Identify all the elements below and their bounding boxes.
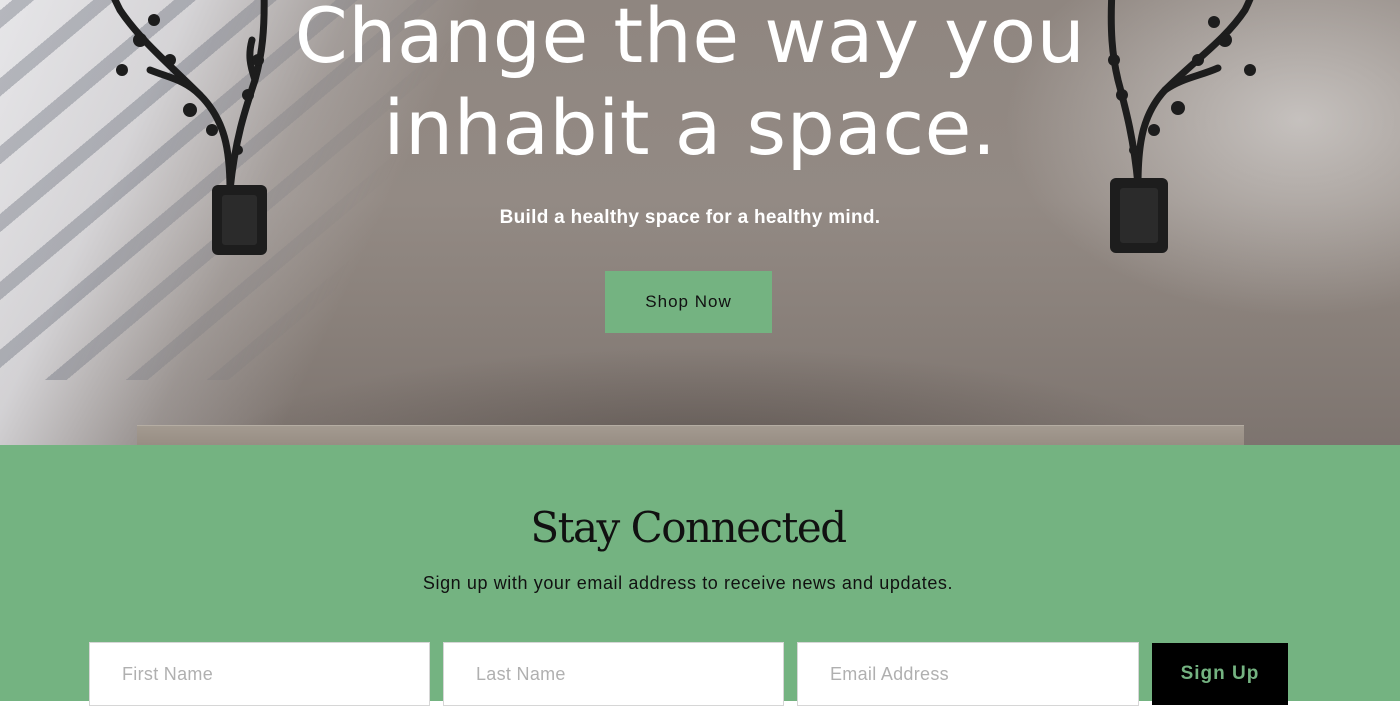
floating-shelf [137,425,1244,445]
first-name-field[interactable] [89,642,430,706]
email-field[interactable] [797,642,1139,706]
hero-banner: Change the way you inhabit a space. Buil… [0,0,1400,445]
hero-title: Change the way you inhabit a space. [294,0,1086,172]
newsletter-title: Stay Connected [530,503,847,552]
newsletter-description: Sign up with your email address to recei… [422,573,954,593]
shop-now-button[interactable]: Shop Now [605,271,772,333]
hero-subtitle: Build a healthy space for a healthy mind… [499,207,881,228]
last-name-field[interactable] [443,642,784,706]
sign-up-button[interactable]: Sign Up [1152,643,1288,705]
newsletter-signup: Stay Connected Sign up with your email a… [0,445,1400,706]
